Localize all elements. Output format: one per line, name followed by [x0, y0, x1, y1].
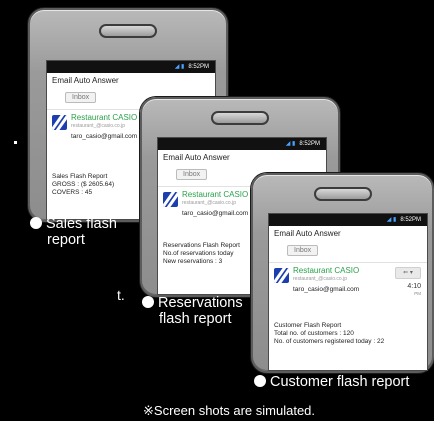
status-time: 8:52PM — [188, 64, 209, 70]
inbox-chip[interactable]: Inbox — [176, 169, 208, 180]
sender-sub: restaurant_@casio.co.jp — [182, 200, 236, 206]
inbox-chip[interactable]: Inbox — [287, 245, 319, 256]
restaurant-logo-icon — [163, 192, 178, 207]
phone-customers: ◢ ▮ 8:52PM Email Auto Answer Inbox Restau… — [251, 173, 434, 373]
restaurant-logo-icon — [274, 268, 289, 283]
report-line: New reservations : 3 — [163, 258, 223, 265]
signal-icon: ◢ ▮ — [285, 141, 296, 147]
signal-icon: ◢ ▮ — [386, 217, 397, 223]
speaker-slot — [313, 187, 372, 201]
speaker-slot — [99, 24, 157, 38]
caption-sales: Sales flash report — [30, 216, 117, 248]
inbox-chip[interactable]: Inbox — [65, 92, 97, 103]
status-time: 8:52PM — [299, 141, 320, 147]
sender-sub: restaurant_@casio.co.jp — [293, 276, 347, 282]
app-title: Email Auto Answer — [52, 76, 119, 85]
bullet-dot — [142, 296, 154, 308]
simulated-footnote: ※Screen shots are simulated. — [143, 403, 316, 418]
sender-row[interactable]: Restaurant CASIO restaurant_@casio.co.jp… — [269, 262, 427, 296]
sender-name: Restaurant CASIO — [293, 266, 360, 275]
bullet-dot — [30, 217, 42, 229]
report-body: Customer Flash Report Total no. of custo… — [274, 322, 384, 346]
app-title: Email Auto Answer — [163, 153, 230, 162]
restaurant-logo-icon — [52, 115, 67, 130]
phone-screen: ◢ ▮ 8:52PM Email Auto Answer Inbox Restau… — [268, 213, 428, 371]
sender-name: Restaurant CASIO — [71, 113, 138, 122]
report-line: Total no. of customers : 120 — [274, 330, 354, 337]
report-body: Sales Flash Report GROSS : ($ 2605.64) C… — [52, 173, 114, 197]
sender-email: taro_casio@gmail.com — [182, 210, 249, 217]
report-line: No.of reservations today — [163, 250, 234, 257]
bullet-dot — [254, 375, 266, 387]
caption-customers: Customer flash report — [254, 374, 409, 390]
message-time: 4:10 PM — [407, 283, 421, 297]
edge-period-text: t. — [117, 287, 125, 303]
report-line: Customer Flash Report — [274, 322, 342, 329]
sender-sub: restaurant_@casio.co.jp — [71, 123, 125, 129]
report-line: COVERS : 45 — [52, 189, 93, 196]
reply-button[interactable]: ⇐ ▾ — [395, 267, 421, 279]
speaker-slot — [211, 111, 269, 125]
report-line: No. of customers registered today : 22 — [274, 338, 385, 345]
caption-reservations: Reservations flash report — [142, 295, 243, 327]
caption-line: Customer flash report — [270, 374, 410, 390]
status-bar: ◢ ▮ 8:52PM — [47, 61, 215, 73]
caption-line: Sales flash — [46, 216, 117, 232]
edge-dot — [14, 141, 17, 144]
report-body: Reservations Flash Report No.of reservat… — [163, 242, 240, 266]
sender-email: taro_casio@gmail.com — [71, 133, 138, 140]
signal-icon: ◢ ▮ — [174, 64, 185, 70]
message-time-value: 4:10 — [407, 283, 421, 290]
message-time-suffix: PM — [414, 291, 421, 296]
app-title: Email Auto Answer — [274, 229, 341, 238]
caption-line: Reservations — [158, 295, 243, 311]
status-time: 8:52PM — [400, 217, 421, 223]
caption-line: report — [47, 232, 85, 248]
report-line: Reservations Flash Report — [163, 242, 240, 249]
caption-line: flash report — [159, 311, 232, 327]
sender-email: taro_casio@gmail.com — [293, 286, 360, 293]
report-line: Sales Flash Report — [52, 173, 108, 180]
sender-name: Restaurant CASIO — [182, 190, 249, 199]
status-bar: ◢ ▮ 8:52PM — [158, 138, 326, 150]
report-line: GROSS : ($ 2605.64) — [52, 181, 115, 188]
status-bar: ◢ ▮ 8:52PM — [269, 214, 427, 226]
